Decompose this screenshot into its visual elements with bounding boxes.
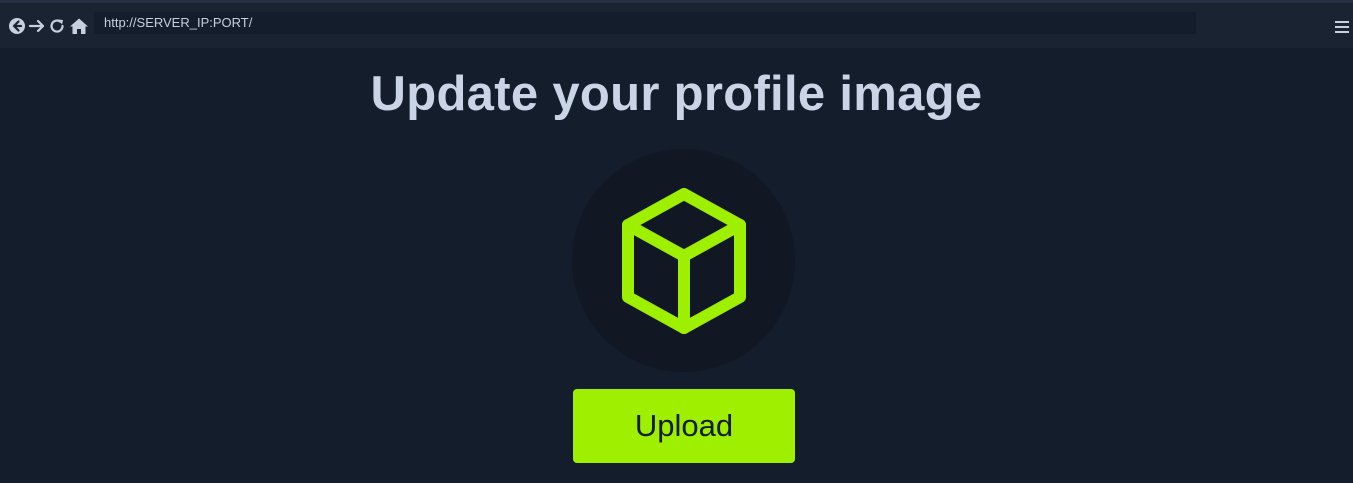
reload-icon[interactable] bbox=[48, 17, 66, 35]
avatar bbox=[572, 149, 795, 372]
upload-button[interactable]: Upload bbox=[573, 389, 795, 463]
forward-icon[interactable] bbox=[28, 17, 46, 35]
nav-buttons bbox=[8, 17, 90, 35]
browser-toolbar: http://SERVER_IP:PORT/ bbox=[0, 0, 1353, 48]
back-icon[interactable] bbox=[8, 17, 26, 35]
page-title: Update your profile image bbox=[370, 67, 983, 121]
menu-icon[interactable] bbox=[1335, 20, 1349, 34]
cube-icon bbox=[621, 187, 746, 334]
home-icon[interactable] bbox=[68, 17, 90, 35]
url-bar[interactable]: http://SERVER_IP:PORT/ bbox=[94, 12, 1196, 34]
page-content: Update your profile image Upload bbox=[2, 48, 1351, 483]
